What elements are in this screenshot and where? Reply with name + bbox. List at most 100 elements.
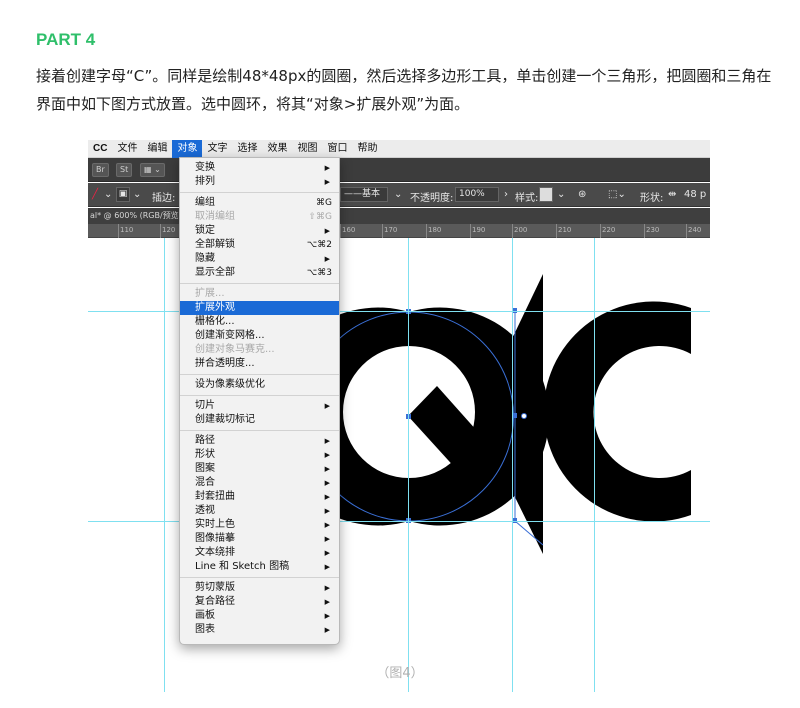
ruler-tick-label: 230	[646, 226, 660, 234]
ruler-tick	[118, 224, 119, 238]
align-icon[interactable]: ⬚⌄	[608, 189, 626, 200]
fill-dropdown-icon[interactable]: ⌄	[104, 189, 112, 200]
menu-separator	[180, 577, 339, 578]
menu-item[interactable]: 拼合透明度...	[180, 357, 339, 371]
opacity-arrow-icon[interactable]: ›	[504, 189, 508, 200]
submenu-arrow-icon: ▶	[324, 521, 330, 529]
menu-item[interactable]: 图表 ▶	[180, 623, 339, 637]
menu-item-label: 排列	[195, 176, 215, 187]
figure-caption: （图4）	[376, 666, 424, 681]
interp-label: 插边:	[152, 193, 176, 204]
menu-item[interactable]: 创建渐变网格...	[180, 329, 339, 343]
app-menubar: CC 文件 编辑 对象 文字 选择 效果 视图 窗口 帮助	[88, 140, 710, 158]
menu-item-label: 形状	[195, 449, 215, 460]
menu-item[interactable]: 复合路径 ▶	[180, 595, 339, 609]
ruler-tick	[556, 224, 557, 238]
submenu-arrow-icon: ▶	[324, 535, 330, 543]
ruler-tick-label: 110	[120, 226, 134, 234]
menu-item-label: 创建对象马赛克...	[195, 344, 275, 355]
menu-item[interactable]: 隐藏 ▶	[180, 252, 339, 266]
stroke-swatch-icon[interactable]: ▣	[116, 187, 130, 202]
menu-item[interactable]: 显示全部 ⌥⌘3	[180, 266, 339, 280]
menu-item[interactable]: 扩展外观	[180, 301, 339, 315]
menu-item[interactable]: 全部解锁 ⌥⌘2	[180, 238, 339, 252]
menu-item[interactable]: Line 和 Sketch 图稿 ▶	[180, 560, 339, 574]
guide-line-vertical	[594, 238, 595, 692]
menu-item[interactable]: 设为像素级优化	[180, 378, 339, 392]
ruler-tick-label: 200	[514, 226, 528, 234]
stroke-dropdown-icon[interactable]: ⌄	[133, 189, 141, 200]
menu-item[interactable]: 编组 ⌘G	[180, 196, 339, 210]
menu-item[interactable]: 封套扭曲 ▶	[180, 490, 339, 504]
menu-item-label: 扩展...	[195, 288, 225, 299]
submenu-arrow-icon: ▶	[324, 584, 330, 592]
menu-separator	[180, 192, 339, 193]
style-dropdown-icon[interactable]: ⌄	[557, 189, 565, 200]
shape-width-value[interactable]: 48 p	[684, 189, 706, 200]
menu-help[interactable]: 帮助	[352, 140, 382, 158]
stroke-style-dropdown-icon[interactable]: ⌄	[394, 189, 402, 200]
menu-item[interactable]: 创建裁切标记	[180, 413, 339, 427]
menu-object[interactable]: 对象	[172, 140, 203, 158]
menu-select[interactable]: 选择	[232, 140, 262, 158]
menu-edit[interactable]: 编辑	[142, 140, 172, 158]
menu-item[interactable]: 图像描摹 ▶	[180, 532, 339, 546]
width-icon: ⇹	[668, 189, 677, 200]
menu-item[interactable]: 混合 ▶	[180, 476, 339, 490]
menu-item-label: 取消编组	[195, 211, 235, 222]
menu-item[interactable]: 变换 ▶	[180, 161, 339, 175]
ruler-tick	[382, 224, 383, 238]
menu-item-label: 设为像素级优化	[195, 379, 265, 390]
menu-file[interactable]: 文件	[112, 140, 142, 158]
menu-item[interactable]: 路径 ▶	[180, 434, 339, 448]
submenu-arrow-icon: ▶	[324, 493, 330, 501]
stroke-style-select[interactable]: ——基本	[340, 187, 388, 202]
menu-item[interactable]: 图案 ▶	[180, 462, 339, 476]
submenu-arrow-icon: ▶	[324, 164, 330, 172]
style-label: 样式:	[515, 193, 539, 204]
recolor-icon[interactable]: ⊛	[578, 189, 586, 200]
menu-item-label: 复合路径	[195, 596, 235, 607]
letter-c-shape[interactable]	[543, 301, 691, 522]
menu-item[interactable]: 排列 ▶	[180, 175, 339, 189]
menu-item[interactable]: 文本绕排 ▶	[180, 546, 339, 560]
menu-window[interactable]: 窗口	[322, 140, 352, 158]
fill-swatch-icon[interactable]: ╱	[92, 189, 98, 200]
menu-item[interactable]: 形状 ▶	[180, 448, 339, 462]
submenu-arrow-icon: ▶	[324, 479, 330, 487]
menu-type[interactable]: 文字	[202, 140, 232, 158]
submenu-arrow-icon: ▶	[324, 549, 330, 557]
menu-item-label: 图像描摹	[195, 533, 235, 544]
center-point[interactable]	[521, 413, 527, 419]
menu-item-label: 剪切蒙版	[195, 582, 235, 593]
menu-item-shortcut: ⌘G	[316, 198, 332, 208]
menu-item-label: 变换	[195, 162, 215, 173]
menu-view[interactable]: 视图	[292, 140, 322, 158]
menu-effect[interactable]: 效果	[262, 140, 292, 158]
menu-item: 取消编组 ⇧⌘G	[180, 210, 339, 224]
menu-item-label: 封套扭曲	[195, 491, 235, 502]
bridge-button[interactable]: Br	[92, 163, 109, 177]
menu-item[interactable]: 锁定 ▶	[180, 224, 339, 238]
ruler-tick	[426, 224, 427, 238]
ruler-tick	[340, 224, 341, 238]
menu-item-shortcut: ⌥⌘2	[306, 240, 332, 250]
submenu-arrow-icon: ▶	[324, 612, 330, 620]
menu-item[interactable]: 实时上色 ▶	[180, 518, 339, 532]
menu-item-label: 透视	[195, 505, 215, 516]
stock-button[interactable]: St	[116, 163, 133, 177]
menu-item: 创建对象马赛克...	[180, 343, 339, 357]
workspace-icon[interactable]: ▦ ⌄	[140, 163, 165, 177]
menu-separator	[180, 283, 339, 284]
menu-item[interactable]: 切片 ▶	[180, 399, 339, 413]
opacity-input[interactable]: 100%	[455, 187, 499, 202]
ruler-tick	[160, 224, 161, 238]
menu-item[interactable]: 剪切蒙版 ▶	[180, 581, 339, 595]
style-swatch[interactable]	[539, 187, 553, 202]
menu-item[interactable]: 栅格化...	[180, 315, 339, 329]
menu-item[interactable]: 透视 ▶	[180, 504, 339, 518]
submenu-arrow-icon: ▶	[324, 598, 330, 606]
menu-item[interactable]: 画板 ▶	[180, 609, 339, 623]
submenu-arrow-icon: ▶	[324, 465, 330, 473]
instruction-paragraph: 接着创建字母“C”。同样是绘制48*48px的圆圈，然后选择多边形工具，单击创建…	[36, 67, 772, 113]
